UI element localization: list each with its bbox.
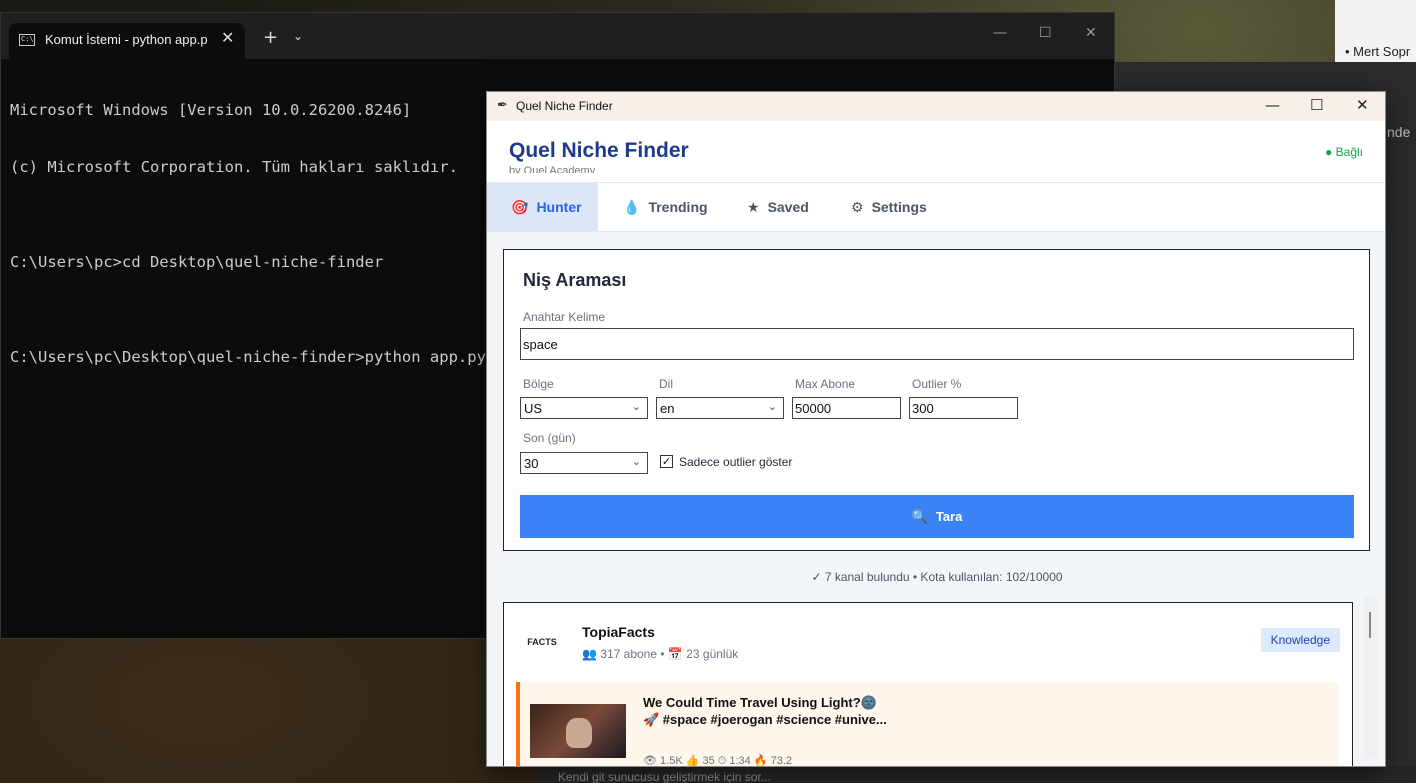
card-heading: Niş Araması	[523, 270, 627, 290]
tab-label: Hunter	[536, 199, 582, 215]
days-label: Son (gün)	[523, 431, 576, 445]
max-subs-label: Max Abone	[795, 377, 856, 391]
terminal-tab-bar: C:\ Komut İstemi - python app.p ✕ + ⌄ — …	[1, 13, 1114, 59]
category-badge: Knowledge	[1260, 628, 1340, 652]
results-summary: ✓ 7 kanal bulundu • Kota kullanılan: 102…	[811, 570, 1063, 584]
target-icon: 🎯	[511, 198, 529, 215]
connection-status: ● Bağlı	[1325, 145, 1363, 159]
only-outliers-label[interactable]: Sadece outlier göster	[679, 455, 792, 469]
terminal-line: C:\Users\pc\Desktop\quel-niche-finder>py…	[10, 348, 486, 366]
brand-subtitle: by Quel Academy	[509, 165, 596, 173]
star-icon: ★	[747, 198, 760, 215]
notification-item[interactable]: • Mert Sopr	[1345, 44, 1410, 59]
background-bottom-bar: Kendi git sunucusu geliştirmek için sor.…	[540, 766, 1416, 783]
scan-button-label: Tara	[935, 509, 963, 524]
region-select[interactable]: US ⌄	[520, 397, 648, 419]
chevron-down-icon: ⌄	[631, 456, 641, 468]
app-titlebar: ✒ Quel Niche Finder — ☐ ✕	[487, 92, 1385, 121]
app-header: Quel Niche Finder by Quel Academy ● Bağl…	[487, 121, 1385, 183]
background-bottom-text: Kendi git sunucusu geliştirmek için sor.…	[558, 770, 771, 783]
chevron-down-icon: ⌄	[767, 401, 777, 413]
subscriber-count: 317 abone	[600, 647, 658, 661]
brand-title: Quel Niche Finder	[509, 139, 689, 162]
terminal-line: (c) Microsoft Corporation. Tüm hakları s…	[10, 158, 458, 176]
gear-icon: ⚙	[851, 198, 864, 215]
close-window-icon[interactable]: ✕	[1356, 96, 1369, 114]
channel-name[interactable]: TopiaFacts	[582, 624, 655, 640]
main-tabs: 🎯 Hunter 💧 Trending ★ Saved ⚙ Settings	[487, 183, 1385, 232]
minimize-icon[interactable]: —	[993, 25, 1007, 41]
command-prompt-icon: C:\	[19, 34, 35, 46]
keyword-label: Anahtar Kelime	[523, 310, 606, 324]
region-value: US	[524, 401, 543, 416]
app-window-title: Quel Niche Finder	[516, 99, 613, 113]
close-window-icon[interactable]: ✕	[1085, 25, 1097, 41]
separator: •	[660, 647, 668, 661]
calendar-icon: 📅	[667, 647, 683, 661]
scan-button[interactable]: 🔍 Tara	[520, 495, 1354, 538]
chevron-down-icon: ⌄	[631, 401, 641, 413]
app-window: ✒ Quel Niche Finder — ☐ ✕ Quel Niche Fin…	[486, 91, 1386, 767]
tab-trending[interactable]: 💧 Trending	[599, 183, 732, 231]
scrollbar-thumb[interactable]	[1369, 612, 1371, 638]
minimize-icon[interactable]: —	[1265, 96, 1280, 114]
terminal-tab[interactable]: C:\ Komut İstemi - python app.p ✕	[9, 23, 245, 59]
channel-age: 23 günlük	[686, 647, 739, 661]
results-list: FACTS TopiaFacts 👥 317 abone • 📅 23 günl…	[503, 602, 1353, 767]
max-subs-input[interactable]: 50000	[792, 397, 901, 419]
niche-search-card: Niş Araması Anahtar Kelime space Bölge U…	[503, 249, 1370, 551]
tab-saved[interactable]: ★ Saved	[723, 183, 833, 231]
only-outliers-checkbox[interactable]: ✓	[660, 455, 673, 468]
outlier-input[interactable]: 300	[909, 397, 1018, 419]
days-select[interactable]: 30 ⌄	[520, 452, 648, 474]
channel-avatar: FACTS	[518, 618, 566, 666]
tab-settings[interactable]: ⚙ Settings	[827, 183, 951, 231]
terminal-tab-title: Komut İstemi - python app.p	[45, 32, 208, 47]
tab-hunter[interactable]: 🎯 Hunter	[487, 183, 598, 231]
thumbnail-face	[566, 718, 592, 748]
maximize-icon[interactable]: ☐	[1039, 25, 1052, 41]
language-label: Dil	[659, 377, 673, 391]
language-value: en	[660, 401, 675, 416]
tab-label: Saved	[767, 199, 809, 215]
results-scrollbar[interactable]	[1364, 597, 1378, 759]
video-title[interactable]: We Could Time Travel Using Light?🌚🚀 #spa…	[643, 694, 893, 728]
days-value: 30	[524, 456, 539, 471]
maximize-icon[interactable]: ☐	[1310, 96, 1323, 114]
tab-label: Trending	[648, 199, 708, 215]
users-icon: 👥	[582, 647, 597, 661]
channel-meta: 👥 317 abone • 📅 23 günlük	[582, 647, 738, 661]
video-thumbnail[interactable]	[530, 704, 626, 758]
terminal-line: C:\Users\pc>cd Desktop\quel-niche-finder	[10, 253, 384, 271]
close-tab-icon[interactable]: ✕	[221, 28, 234, 47]
background-text-fragment: nde	[1387, 124, 1411, 140]
keyword-input[interactable]: space	[520, 328, 1354, 360]
terminal-output[interactable]: Microsoft Windows [Version 10.0.26200.82…	[10, 63, 486, 405]
outlier-label: Outlier %	[912, 377, 962, 391]
background-notification-panel: • Mert Sopr	[1335, 0, 1416, 62]
search-icon: 🔍	[911, 508, 928, 524]
video-stats: 👁 1.5K 👍 35 ⏱ 1:34 🔥 73.2	[643, 755, 793, 767]
language-select[interactable]: en ⌄	[656, 397, 784, 419]
tab-label: Settings	[871, 199, 927, 215]
terminal-line: Microsoft Windows [Version 10.0.26200.82…	[10, 101, 412, 119]
feather-icon: ✒	[497, 98, 508, 113]
region-label: Bölge	[523, 377, 554, 391]
video-item[interactable]: We Could Time Travel Using Light?🌚🚀 #spa…	[516, 682, 1339, 767]
drop-icon: 💧	[623, 198, 641, 215]
new-tab-button[interactable]: +	[263, 27, 278, 48]
tab-dropdown-icon[interactable]: ⌄	[293, 29, 303, 43]
